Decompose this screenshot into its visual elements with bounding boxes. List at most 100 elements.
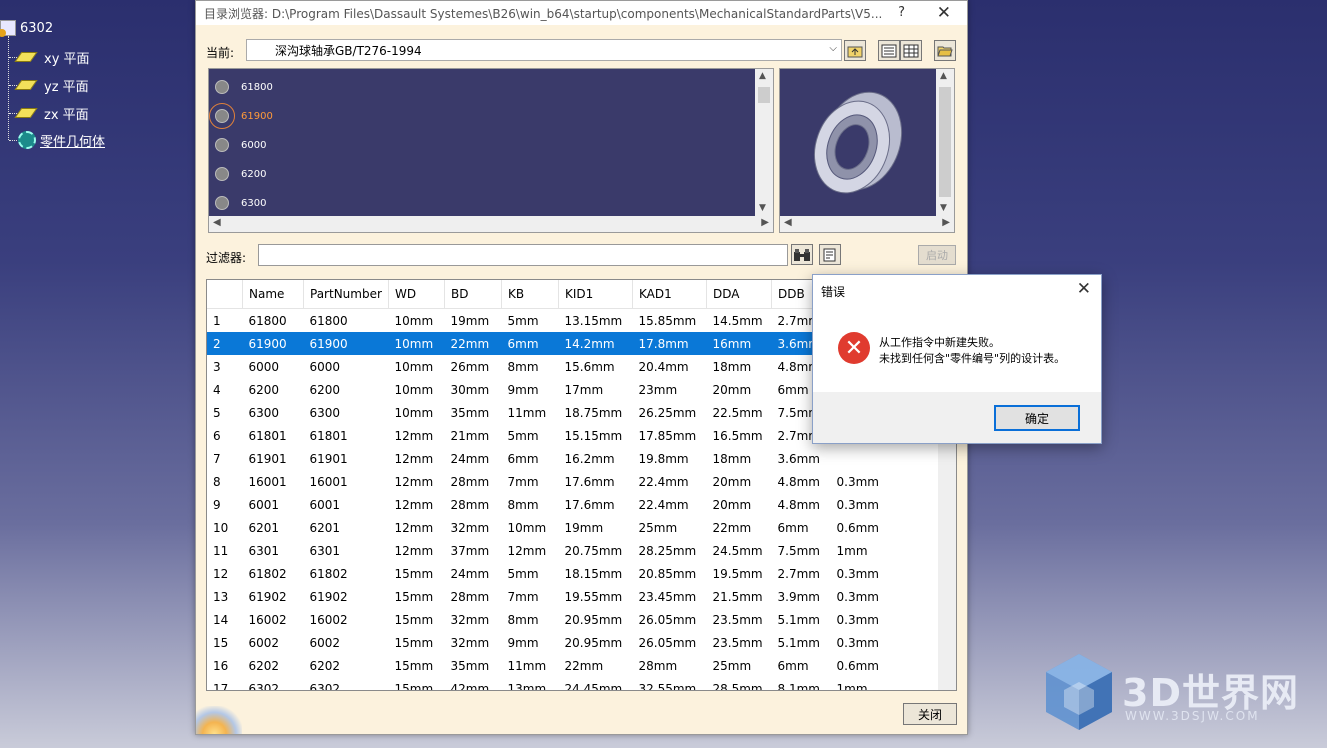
column-header[interactable] bbox=[207, 280, 243, 309]
table-row[interactable]: 14 16002 16002 15mm 32mm 8mm 20.95mm 26.05mm 23.… bbox=[207, 608, 909, 631]
list-vertical-scrollbar[interactable]: ▲ ▼ bbox=[755, 69, 773, 217]
error-dialog: 错误 ✕ ✕ 从工作指令中新建失败。 未找到任何含"零件编号"列的设计表。 确定 bbox=[812, 274, 1102, 444]
list-item[interactable]: 6000 bbox=[213, 134, 266, 156]
table-row[interactable]: 17 6302 6302 15mm 42mm 13mm 24.45mm 32.55mm 28.5… bbox=[207, 677, 909, 691]
table-cell: 14 bbox=[213, 612, 229, 627]
table-row[interactable]: 10 6201 6201 12mm 32mm 10mm 19mm 25mm 22mm 6mm 0.6… bbox=[207, 516, 909, 539]
filter-query-button[interactable] bbox=[819, 244, 841, 265]
table-cell: 22.5mm bbox=[712, 405, 763, 420]
tree-item-yz-plane[interactable]: yz 平面 bbox=[14, 75, 89, 95]
tree-item-part-body[interactable]: 零件几何体 bbox=[18, 130, 105, 150]
table-row[interactable]: 9 6001 6001 12mm 28mm 8mm 17.6mm 22.4mm 20mm 4.8m… bbox=[207, 493, 909, 516]
up-level-button[interactable] bbox=[844, 40, 866, 61]
filter-input[interactable] bbox=[258, 244, 788, 266]
launch-button[interactable]: 启动 bbox=[918, 245, 956, 265]
table-cell: 19.5mm bbox=[712, 566, 763, 581]
column-header[interactable]: KID1 bbox=[558, 280, 633, 309]
table-row[interactable]: 11 6301 6301 12mm 37mm 12mm 20.75mm 28.25mm 24.5… bbox=[207, 539, 909, 562]
table-cell: 5mm bbox=[507, 313, 539, 328]
list-horizontal-scrollbar[interactable]: ◀ ▶ bbox=[209, 216, 773, 232]
table-cell: 61901 bbox=[309, 451, 348, 466]
table-cell: 0.3mm bbox=[836, 612, 879, 627]
preview-panel: ▲ ▼ ◀ ▶ bbox=[779, 68, 955, 233]
table-row[interactable]: 6 61801 61801 12mm 21mm 5mm 15.15mm 17.85mm 16.5… bbox=[207, 424, 909, 447]
column-header[interactable]: KB bbox=[501, 280, 559, 309]
error-title: 错误 bbox=[821, 285, 846, 299]
table-cell: 26mm bbox=[450, 359, 490, 374]
table-row[interactable]: 8 16001 16001 12mm 28mm 7mm 17.6mm 22.4mm 20mm 4.… bbox=[207, 470, 909, 493]
catalog-item-list[interactable]: 61800 61900 6000 6200 6300 ▲ ▼ ◀ ▶ bbox=[208, 68, 774, 233]
table-row[interactable]: 7 61901 61901 12mm 24mm 6mm 16.2mm 19.8mm 18mm 3.… bbox=[207, 447, 909, 470]
table-cell: 6201 bbox=[309, 520, 341, 535]
table-row[interactable]: 15 6002 6002 15mm 32mm 9mm 20.95mm 26.05mm 23.5m… bbox=[207, 631, 909, 654]
close-icon[interactable]: ✕ bbox=[1077, 279, 1091, 299]
scroll-down-icon[interactable]: ▼ bbox=[940, 203, 947, 213]
scroll-right-icon[interactable]: ▶ bbox=[942, 217, 950, 228]
table-row[interactable]: 1 61800 61800 10mm 19mm 5mm 13.15mm 15.85mm 14.5… bbox=[207, 309, 909, 333]
tree-item-zx-plane[interactable]: zx 平面 bbox=[14, 103, 89, 123]
search-button[interactable] bbox=[791, 244, 813, 265]
close-icon[interactable]: ✕ bbox=[937, 3, 951, 23]
chevron-down-icon[interactable]: ⌵ bbox=[829, 43, 837, 54]
table-cell: 18.75mm bbox=[564, 405, 623, 420]
dialog-titlebar[interactable]: 目录浏览器: D:\Program Files\Dassault Systeme… bbox=[196, 1, 967, 25]
table-cell: 26.05mm bbox=[638, 635, 697, 650]
scroll-left-icon[interactable]: ◀ bbox=[213, 217, 221, 228]
table-cell: 8 bbox=[213, 474, 221, 489]
column-header[interactable]: WD bbox=[388, 280, 445, 309]
table-row[interactable]: 3 6000 6000 10mm 26mm 8mm 15.6mm 20.4mm 18mm 4.8m… bbox=[207, 355, 909, 378]
scroll-thumb[interactable] bbox=[939, 87, 951, 197]
column-header[interactable]: DDA bbox=[706, 280, 772, 309]
column-header[interactable]: PartNumber bbox=[303, 280, 389, 309]
tree-root[interactable]: 6302 bbox=[0, 18, 53, 38]
table-cell: 22.4mm bbox=[638, 474, 689, 489]
current-chapter-select[interactable]: 深沟球轴承GB/T276-1994 ⌵ bbox=[246, 39, 842, 61]
preview-horizontal-scrollbar[interactable]: ◀ ▶ bbox=[780, 216, 954, 232]
plane-icon bbox=[14, 80, 38, 90]
scroll-right-icon[interactable]: ▶ bbox=[761, 217, 769, 228]
list-item[interactable]: 6300 bbox=[213, 192, 266, 214]
table-cell: 37mm bbox=[450, 543, 490, 558]
table-view-button[interactable] bbox=[900, 40, 922, 61]
column-header[interactable]: BD bbox=[444, 280, 502, 309]
tree-item-xy-plane[interactable]: xy 平面 bbox=[14, 47, 90, 67]
list-item[interactable]: 6200 bbox=[213, 163, 266, 185]
table-cell: 15mm bbox=[394, 635, 434, 650]
table-cell: 20mm bbox=[712, 474, 752, 489]
table-row-selected[interactable]: 2 61900 61900 10mm 22mm 6mm 14.2mm 17.8mm 16mm 3.… bbox=[207, 332, 909, 355]
table-cell: 12mm bbox=[394, 451, 434, 466]
table-cell: 6202 bbox=[248, 658, 280, 673]
close-button[interactable]: 关闭 bbox=[903, 703, 957, 725]
preview-vertical-scrollbar[interactable]: ▲ ▼ bbox=[936, 69, 954, 217]
list-view-button[interactable] bbox=[878, 40, 900, 61]
scroll-thumb[interactable] bbox=[758, 87, 770, 103]
open-catalog-button[interactable] bbox=[934, 40, 956, 61]
table-row[interactable]: 13 61902 61902 15mm 28mm 7mm 19.55mm 23.45mm 21.… bbox=[207, 585, 909, 608]
table-row[interactable]: 5 6300 6300 10mm 35mm 11mm 18.75mm 26.25mm 22.5m… bbox=[207, 401, 909, 424]
filter-label: 过滤器: bbox=[206, 251, 247, 265]
table-cell: 5mm bbox=[507, 566, 539, 581]
table-cell: 4 bbox=[213, 382, 221, 397]
tree-connector bbox=[8, 36, 10, 140]
current-chapter-value: 深沟球轴承GB/T276-1994 bbox=[275, 43, 422, 58]
column-header[interactable]: Name bbox=[242, 280, 304, 309]
table-row[interactable]: 16 6202 6202 15mm 35mm 11mm 22mm 28mm 25mm 6mm 0.6… bbox=[207, 654, 909, 677]
table-cell: 23.5mm bbox=[712, 635, 763, 650]
table-cell: 24mm bbox=[450, 451, 490, 466]
scroll-left-icon[interactable]: ◀ bbox=[784, 217, 792, 228]
ok-button[interactable]: 确定 bbox=[994, 405, 1080, 431]
table-cell: 6000 bbox=[309, 359, 341, 374]
table-row[interactable]: 12 61802 61802 15mm 24mm 5mm 18.15mm 20.85mm 19.… bbox=[207, 562, 909, 585]
column-header[interactable]: KAD1 bbox=[632, 280, 707, 309]
table-cell: 24.45mm bbox=[564, 681, 623, 691]
list-item-selected[interactable]: 61900 bbox=[209, 103, 273, 129]
scroll-up-icon[interactable]: ▲ bbox=[759, 71, 766, 81]
scroll-up-icon[interactable]: ▲ bbox=[940, 71, 947, 81]
list-item[interactable]: 61800 bbox=[213, 76, 273, 98]
table-cell: 15.15mm bbox=[564, 428, 623, 443]
scroll-down-icon[interactable]: ▼ bbox=[759, 203, 766, 213]
table-cell: 1mm bbox=[836, 543, 868, 558]
help-button[interactable]: ? bbox=[898, 5, 905, 20]
table-cell: 12mm bbox=[394, 428, 434, 443]
table-row[interactable]: 4 6200 6200 10mm 30mm 9mm 17mm 23mm 20mm 6mm bbox=[207, 378, 909, 401]
